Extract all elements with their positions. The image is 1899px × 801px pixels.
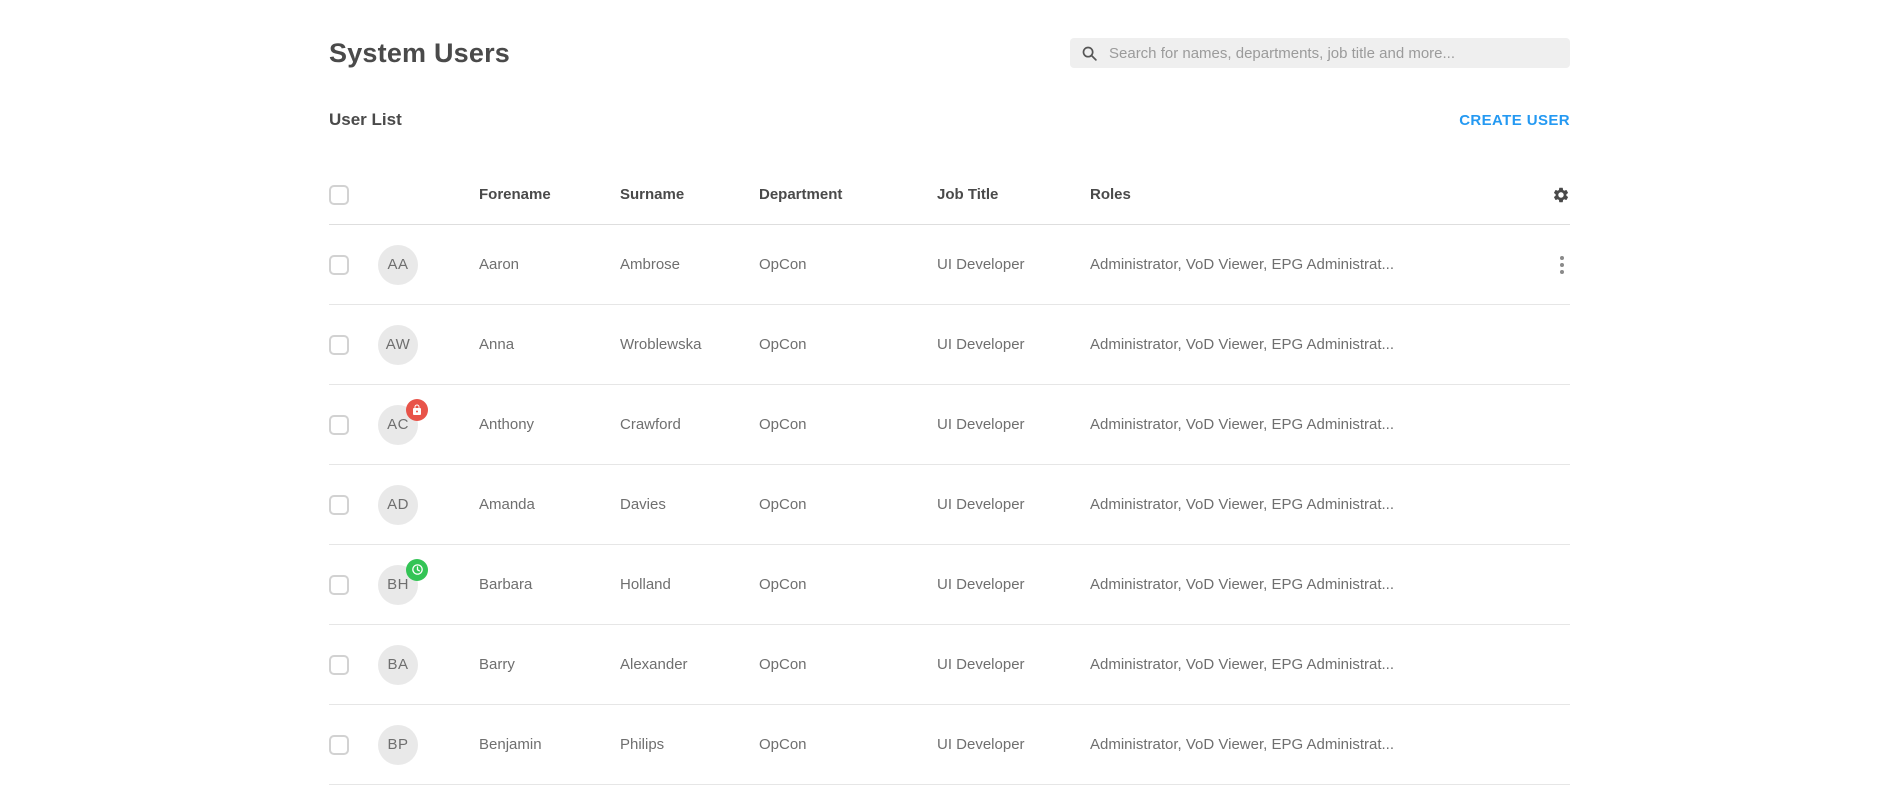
list-heading: User List [329,110,402,130]
table-row: AC Anthony Crawford OpCon UI Developer A… [329,385,1570,465]
cell-surname: Ambrose [620,256,759,273]
avatar: BH [378,565,418,605]
cell-surname: Holland [620,576,759,593]
table-row: AD Amanda Davies OpCon UI Developer Admi… [329,465,1570,545]
cell-job-title: UI Developer [937,256,1090,273]
avatar: AW [378,325,418,365]
cell-department: OpCon [759,416,937,433]
cell-forename: Aaron [479,256,620,273]
avatar-initials: AD [378,485,418,525]
cell-department: OpCon [759,576,937,593]
avatar: AD [378,485,418,525]
cell-roles: Administrator, VoD Viewer, EPG Administr… [1090,496,1530,513]
row-checkbox[interactable] [329,575,349,595]
avatar-initials: AW [378,325,418,365]
table-row: AW Anna Wroblewska OpCon UI Developer Ad… [329,305,1570,385]
system-users-page: System Users User List CREATE USER Foren… [329,0,1570,785]
row-checkbox[interactable] [329,335,349,355]
cell-department: OpCon [759,496,937,513]
cell-department: OpCon [759,336,937,353]
select-all-checkbox[interactable] [329,185,349,205]
clock-badge-icon [406,559,428,581]
lock-badge-icon [406,399,428,421]
avatar-initials: BA [378,645,418,685]
cell-job-title: UI Developer [937,736,1090,753]
cell-surname: Wroblewska [620,336,759,353]
cell-roles: Administrator, VoD Viewer, EPG Administr… [1090,656,1530,673]
user-table: Forename Surname Department Job Title Ro… [329,165,1570,785]
avatar: AC [378,405,418,445]
cell-forename: Barry [479,656,620,673]
column-header-surname: Surname [620,186,759,203]
table-header-row: Forename Surname Department Job Title Ro… [329,165,1570,225]
cell-forename: Benjamin [479,736,620,753]
column-header-forename: Forename [479,186,620,203]
cell-job-title: UI Developer [937,416,1090,433]
table-row: AA Aaron Ambrose OpCon UI Developer Admi… [329,225,1570,305]
cell-forename: Barbara [479,576,620,593]
row-checkbox[interactable] [329,415,349,435]
table-row: BH Barbara Holland OpCon UI Developer Ad… [329,545,1570,625]
cell-job-title: UI Developer [937,656,1090,673]
cell-roles: Administrator, VoD Viewer, EPG Administr… [1090,736,1530,753]
avatar: AA [378,245,418,285]
row-checkbox[interactable] [329,255,349,275]
cell-job-title: UI Developer [937,576,1090,593]
avatar-initials: AA [378,245,418,285]
page-title: System Users [329,38,510,69]
gear-icon[interactable] [1552,186,1570,204]
cell-roles: Administrator, VoD Viewer, EPG Administr… [1090,576,1530,593]
avatar-initials: BP [378,725,418,765]
column-header-job-title: Job Title [937,186,1090,203]
cell-surname: Davies [620,496,759,513]
kebab-menu-icon[interactable] [1554,252,1570,278]
row-checkbox[interactable] [329,495,349,515]
cell-forename: Anna [479,336,620,353]
cell-forename: Amanda [479,496,620,513]
search-box[interactable] [1070,38,1570,68]
table-body: AA Aaron Ambrose OpCon UI Developer Admi… [329,225,1570,785]
cell-department: OpCon [759,656,937,673]
cell-surname: Alexander [620,656,759,673]
create-user-button[interactable]: CREATE USER [1459,112,1570,129]
cell-surname: Crawford [620,416,759,433]
cell-department: OpCon [759,256,937,273]
cell-job-title: UI Developer [937,336,1090,353]
row-checkbox[interactable] [329,655,349,675]
cell-job-title: UI Developer [937,496,1090,513]
table-row: BA Barry Alexander OpCon UI Developer Ad… [329,625,1570,705]
search-icon [1081,45,1098,62]
search-input[interactable] [1107,44,1559,63]
cell-forename: Anthony [479,416,620,433]
row-checkbox[interactable] [329,735,349,755]
table-row: BP Benjamin Philips OpCon UI Developer A… [329,705,1570,785]
top-bar: System Users [329,36,1570,70]
list-header: User List CREATE USER [329,108,1570,132]
cell-roles: Administrator, VoD Viewer, EPG Administr… [1090,256,1530,273]
cell-surname: Philips [620,736,759,753]
column-header-roles: Roles [1090,186,1530,203]
cell-roles: Administrator, VoD Viewer, EPG Administr… [1090,416,1530,433]
cell-roles: Administrator, VoD Viewer, EPG Administr… [1090,336,1530,353]
avatar: BP [378,725,418,765]
avatar: BA [378,645,418,685]
column-header-department: Department [759,186,937,203]
cell-department: OpCon [759,736,937,753]
